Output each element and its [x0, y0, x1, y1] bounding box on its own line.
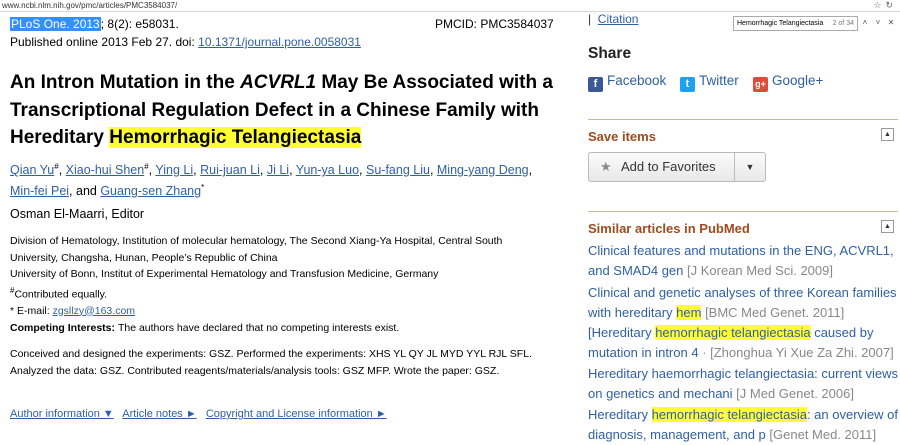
divider	[588, 119, 898, 120]
article-title: An Intron Mutation in the ACVRL1 May Be …	[10, 69, 555, 152]
similar-article-source: · [Zhonghua Yi Xue Za Zhi. 2007]	[698, 345, 894, 360]
share-facebook[interactable]: f Facebook	[588, 73, 666, 92]
title-highlight: Hemorrhagic Telangiectasia	[109, 127, 362, 148]
collapse-icon[interactable]: ▲	[881, 220, 894, 233]
author-link[interactable]: Xiao-hui Shen	[66, 163, 145, 177]
similar-article-item[interactable]: [Hereditary hemorrhagic telangiectasia c…	[588, 323, 900, 363]
competing-text: The authors have declared that no compet…	[117, 322, 400, 334]
twitter-icon: t	[680, 77, 695, 92]
search-highlight: hemorrhagic telangiectasia	[655, 325, 811, 340]
search-highlight: hemorrhagic telangiectasia	[651, 407, 807, 422]
share-twitter-label: Twitter	[699, 73, 739, 88]
affiliations: Division of Hematology, Institution of m…	[10, 233, 550, 319]
author-list: Qian Yu#, Xiao-hui Shen#, Ying Li, Rui-j…	[10, 158, 555, 200]
divider	[588, 211, 898, 212]
share-google-plus[interactable]: g+ Google+	[753, 73, 823, 92]
add-to-favorites-label: Add to Favorites	[621, 159, 716, 174]
add-to-favorites-button[interactable]: ★ Add to Favorites	[589, 153, 735, 181]
title-text: An Intron Mutation in the	[10, 72, 241, 93]
save-items-heading: Save items	[588, 129, 656, 144]
doi-link[interactable]: 10.1371/journal.pone.0058031	[198, 35, 361, 49]
affiliation-1: Division of Hematology, Institution of m…	[10, 235, 503, 264]
similar-article-item[interactable]: Hereditary haemorrhagic telangiectasia: …	[588, 364, 900, 404]
similar-article-source: [Genet Med. 2011]	[765, 427, 877, 442]
star-icon: ★	[600, 159, 612, 174]
author-separator: ,	[289, 163, 296, 178]
competing-interests: Competing Interests: The authors have de…	[10, 322, 399, 334]
author-separator: ,	[528, 163, 533, 178]
author-separator: ,	[259, 163, 267, 178]
similar-article-source: [J Korean Med Sci. 2009]	[683, 263, 833, 278]
citation-line: PLoS One. 2013; 8(2): e58031.	[10, 17, 179, 31]
article-notes-link[interactable]: Article notes ►	[122, 408, 196, 420]
author-separator: , and	[69, 184, 101, 199]
add-to-favorites-group: ★ Add to Favorites ▼	[588, 152, 766, 182]
author-contributions: Conceived and designed the experiments: …	[10, 348, 532, 377]
share-facebook-label: Facebook	[607, 73, 667, 88]
similar-articles-heading: Similar articles in PubMed	[588, 221, 750, 236]
share-heading: Share	[588, 45, 632, 62]
affiliation-2: University of Bonn, Institut of Experime…	[10, 268, 439, 280]
email-label: * E-mail:	[10, 304, 53, 317]
journal-link[interactable]: PLoS One. 2013	[10, 17, 101, 31]
author-link[interactable]: Qian Yu	[10, 163, 54, 177]
contributed-equally: #Contributed equally.	[10, 283, 550, 303]
author-link[interactable]: Rui-juan Li	[200, 163, 260, 177]
author-link[interactable]: Ji Li	[267, 163, 289, 177]
search-highlight: hem	[676, 305, 702, 320]
author-link[interactable]: Yun-ya Luo	[296, 163, 359, 177]
pmcid: PMCID: PMC3584037	[435, 17, 554, 31]
facebook-icon: f	[588, 77, 603, 92]
favorites-dropdown-icon[interactable]: ▼	[735, 153, 765, 181]
author-separator: ,	[359, 163, 366, 178]
article-info-links: Author information ▼ Article notes ► Cop…	[10, 408, 393, 420]
email-link[interactable]: zgsllzy@163.com	[53, 305, 135, 317]
share-google-plus-label: Google+	[772, 73, 824, 88]
author-link[interactable]: Su-fang Liu	[366, 163, 430, 177]
published-date: Published online 2013 Feb 27. doi:	[10, 35, 199, 49]
author-link[interactable]: Ming-yang Deng	[437, 163, 529, 177]
similar-article-source: [BMC Med Genet. 2011]	[701, 305, 845, 320]
author-separator: ,	[58, 163, 66, 178]
citation-link[interactable]: Citation	[598, 12, 639, 26]
competing-label: Competing Interests:	[10, 322, 118, 334]
author-link[interactable]: Min-fei Pei	[10, 184, 69, 198]
google-plus-icon: g+	[753, 77, 768, 92]
sidebar: | Citation Share f Facebook t Twitter g+ Go…	[578, 0, 900, 442]
similar-article-source: [J Med Genet. 2006]	[732, 386, 854, 401]
article-main: PLoS One. 2013; 8(2): e58031. PMCID: PMC…	[0, 0, 560, 439]
similar-article-item[interactable]: Clinical and genetic analyses of three K…	[588, 283, 900, 323]
author-separator: ,	[429, 163, 437, 178]
collapse-icon[interactable]: ▲	[881, 128, 894, 141]
author-footnote-mark: *	[201, 183, 205, 193]
citation-volume: ; 8(2): e58031.	[100, 17, 179, 31]
similar-article-item[interactable]: Hereditary hemorrhagic telangiectasia: a…	[588, 405, 900, 445]
author-link[interactable]: Guang-sen Zhang	[100, 184, 201, 198]
similar-article-title: [Hereditary	[588, 325, 656, 340]
contrib-text: Contributed equally.	[14, 288, 108, 300]
share-twitter[interactable]: t Twitter	[680, 73, 739, 92]
email-line: * E-mail: zgsllzy@163.com	[10, 303, 550, 320]
similar-article-item[interactable]: Clinical features and mutations in the E…	[588, 241, 900, 281]
published-line: Published online 2013 Feb 27. doi: 10.13…	[10, 35, 361, 49]
editor: Osman El-Maarri, Editor	[10, 207, 145, 221]
title-gene: ACVRL1	[240, 72, 317, 93]
pipe-divider: |	[588, 12, 598, 26]
copyright-link[interactable]: Copyright and License information ►	[206, 408, 387, 420]
author-information-link[interactable]: Author information ▼	[10, 408, 114, 420]
author-link[interactable]: Ying Li	[155, 163, 193, 177]
citation-item: | Citation	[588, 12, 638, 26]
similar-article-title: Hereditary	[588, 407, 652, 422]
